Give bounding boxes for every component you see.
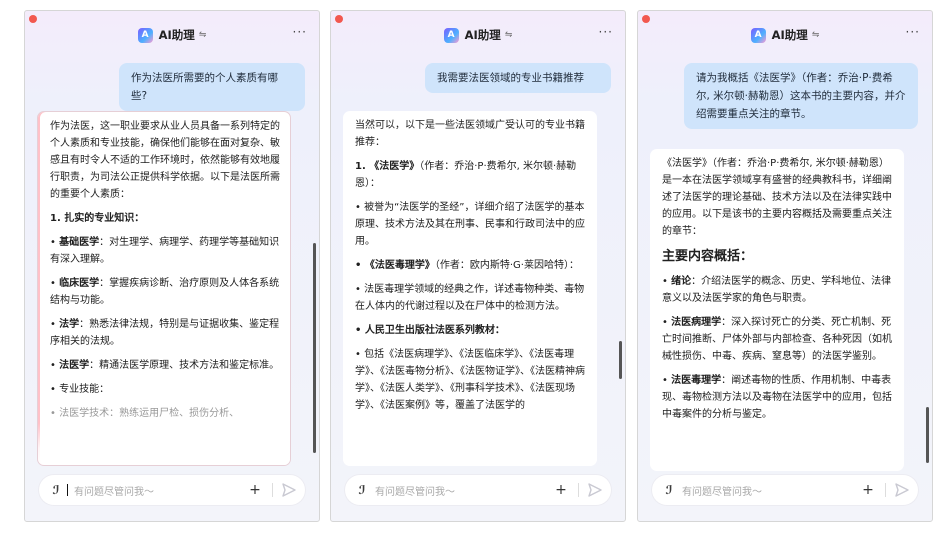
answer-intro: 当然可以，以下是一些法医领域广受认可的专业书籍推荐： (355, 120, 585, 148)
list-item: • 法医病理学：深入探讨死亡的分类、死亡机制、死亡时间推断、尸体外部与内部检查、… (662, 317, 892, 362)
chat-window-2: A AI助理 ⇋ ··· 我需要法医领域的专业书籍推荐 当然可以，以下是一些法医… (330, 10, 626, 522)
text-cursor (67, 484, 68, 496)
list-item: • 法医学技术：熟练运用尸检、损伤分析、 (50, 408, 240, 419)
user-message: 作为法医所需要的个人素质有哪些? (119, 63, 305, 111)
list-item: • 法医毒理学：阐述毒物的性质、作用机制、中毒表现、毒物检测方法以及毒物在法医学… (662, 375, 892, 420)
switch-icon[interactable]: ⇋ (812, 30, 820, 40)
title-bar: A AI助理 ⇋ (638, 25, 932, 45)
list-item: • 法学：熟悉法律法规，特别是与证据收集、鉴定程序相关的法规。 (50, 319, 280, 347)
list-item: • 绪论：介绍法医学的概念、历史、学科地位、法律意义以及法医学家的角色与职责。 (662, 276, 892, 304)
list-item: • 基础医学：对生理学、病理学、药理学等基础知识有深入理解。 (50, 237, 280, 265)
chat-input-bar[interactable]: ℐ 有问题尽管问我～ + (345, 475, 611, 505)
divider (272, 483, 273, 497)
book-item: 1. 《法医学》（作者：乔治·P·费希尔, 米尔顿·赫勒恩）： (355, 161, 577, 189)
book-description: • 被誉为“法医学的圣经”，详细介绍了法医学的基本原理、技术方法及其在刑事、民事… (355, 202, 585, 247)
answer-section-title: 1. 扎实的专业知识： (50, 213, 145, 224)
more-options-icon[interactable]: ··· (906, 25, 920, 39)
chat-input[interactable]: 有问题尽管问我～ (375, 483, 552, 498)
chat-window-3: A AI助理 ⇋ ··· 请为我概括《法医学》（作者：乔治·P·费希尔, 米尔顿… (637, 10, 933, 522)
close-dot-icon[interactable] (642, 15, 650, 23)
answer-intro: 《法医学》（作者：乔治·P·费希尔, 米尔顿·赫勒恩）是一本在法医学领域享有盛誉… (662, 158, 892, 237)
list-item: • 法医学：精通法医学原理、技术方法和鉴定标准。 (50, 360, 280, 371)
assistant-mark-icon: ℐ (665, 483, 673, 497)
user-message: 我需要法医领域的专业书籍推荐 (425, 63, 611, 93)
more-options-icon[interactable]: ··· (293, 25, 307, 39)
chat-input-bar[interactable]: ℐ 有问题尽管问我～ + (652, 475, 918, 505)
send-icon[interactable] (281, 482, 297, 498)
book-item: • 《法医毒理学》（作者：欧内斯特·G·莱因哈特）： (355, 260, 579, 271)
chat-input[interactable]: 有问题尽管问我～ (74, 483, 246, 498)
divider (885, 483, 886, 497)
divider (578, 483, 579, 497)
chat-input[interactable]: 有问题尽管问我～ (682, 483, 859, 498)
send-icon[interactable] (587, 482, 603, 498)
title-bar: A AI助理 ⇋ (25, 25, 319, 45)
close-dot-icon[interactable] (29, 15, 37, 23)
window-title: AI助理 (771, 28, 808, 42)
ai-assistant-logo-icon: A (137, 27, 153, 43)
ai-assistant-logo-icon: A (443, 27, 459, 43)
user-message: 请为我概括《法医学》（作者：乔治·P·费希尔, 米尔顿·赫勒恩）这本书的主要内容… (684, 63, 918, 129)
assistant-message: 作为法医，这一职业要求从业人员具备一系列特定的个人素质和专业技能，确保他们能够在… (37, 111, 291, 466)
scrollbar[interactable] (926, 407, 929, 463)
assistant-mark-icon: ℐ (358, 483, 366, 497)
switch-icon[interactable]: ⇋ (199, 30, 207, 40)
list-item: • 临床医学：掌握疾病诊断、治疗原则及人体各系统结构与功能。 (50, 278, 280, 306)
book-item: • 人民卫生出版社法医系列教材： (355, 325, 505, 336)
book-description: • 包括《法医病理学》、《法医临床学》、《法医毒理学》、《法医毒物分析》、《法医… (355, 349, 585, 411)
chat-window-1: A AI助理 ⇋ ··· 作为法医所需要的个人素质有哪些? 作为法医，这一职业要… (24, 10, 320, 522)
close-dot-icon[interactable] (335, 15, 343, 23)
chat-input-bar[interactable]: ℐ 有问题尽管问我～ + (39, 475, 305, 505)
add-icon[interactable]: + (246, 481, 264, 499)
answer-heading: 主要内容概括： (662, 249, 754, 264)
window-title: AI助理 (158, 28, 195, 42)
answer-intro: 作为法医，这一职业要求从业人员具备一系列特定的个人素质和专业技能，确保他们能够在… (50, 121, 280, 200)
assistant-mark-icon: ℐ (52, 483, 60, 497)
assistant-message: 《法医学》（作者：乔治·P·费希尔, 米尔顿·赫勒恩）是一本在法医学领域享有盛誉… (650, 149, 904, 471)
add-icon[interactable]: + (859, 481, 877, 499)
fade-overlay (343, 424, 597, 466)
switch-icon[interactable]: ⇋ (505, 30, 513, 40)
scrollbar[interactable] (619, 341, 622, 379)
scrollbar[interactable] (313, 243, 316, 453)
add-icon[interactable]: + (552, 481, 570, 499)
book-description: • 法医毒理学领域的经典之作，详述毒物种类、毒物在人体内的代谢过程以及在尸体中的… (355, 284, 585, 312)
list-item: • 专业技能： (50, 384, 110, 395)
ai-assistant-logo-icon: A (750, 27, 766, 43)
more-options-icon[interactable]: ··· (599, 25, 613, 39)
send-icon[interactable] (894, 482, 910, 498)
assistant-message: 当然可以，以下是一些法医领域广受认可的专业书籍推荐： 1. 《法医学》（作者：乔… (343, 111, 597, 466)
window-title: AI助理 (464, 28, 501, 42)
title-bar: A AI助理 ⇋ (331, 25, 625, 45)
fade-overlay (38, 423, 290, 465)
